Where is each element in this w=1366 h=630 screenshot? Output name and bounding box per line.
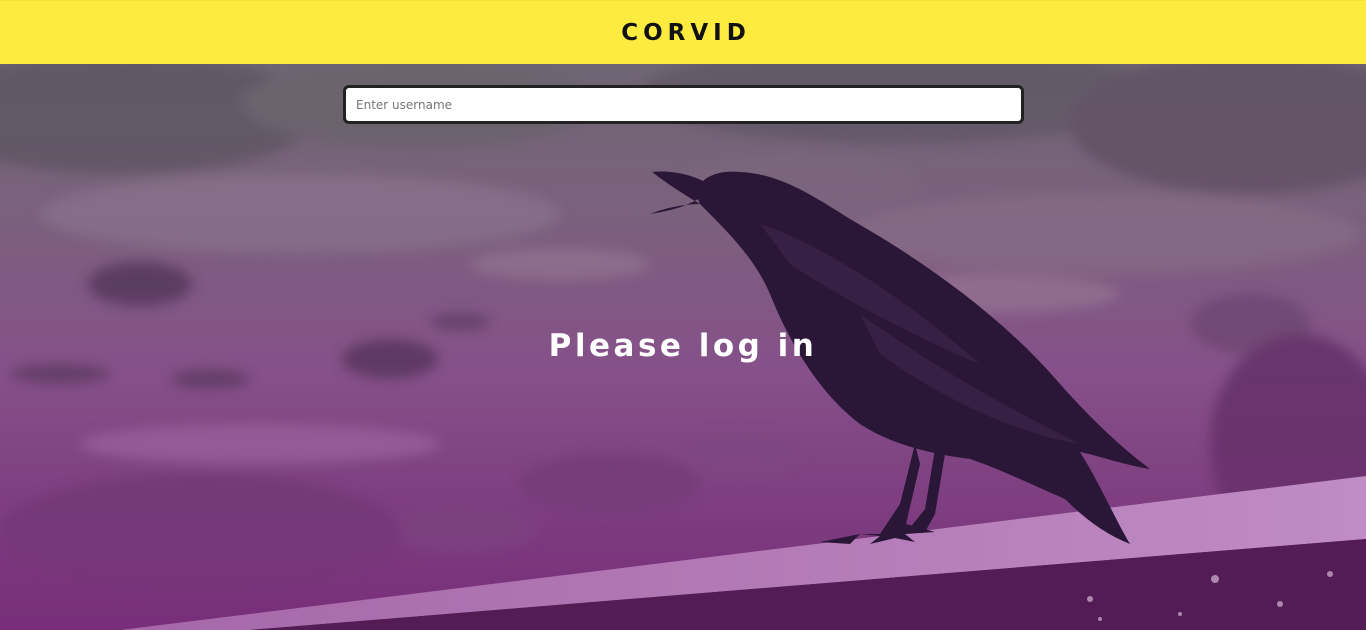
login-page: CORVID Enter username Please log in	[0, 0, 1366, 630]
login-heading: Please log in	[548, 328, 818, 364]
brand-logo: CORVID	[621, 19, 751, 46]
username-input[interactable]	[343, 85, 1024, 124]
top-bar: CORVID	[0, 0, 1366, 64]
